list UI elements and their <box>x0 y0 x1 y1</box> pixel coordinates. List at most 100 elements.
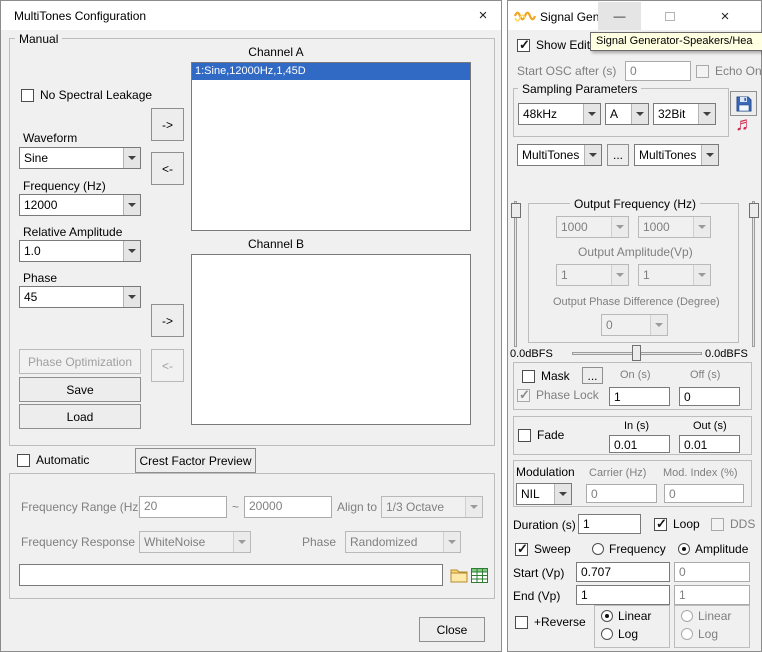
chevron-down-icon[interactable] <box>123 195 140 215</box>
sweep-start-input[interactable]: 0.707 <box>576 562 670 582</box>
chevron-down-icon[interactable] <box>123 148 140 168</box>
phase-select[interactable]: 45 <box>19 286 141 308</box>
output-frequency-a-select: 1000 <box>556 216 629 238</box>
output-amplitude-a-value: 1 <box>557 265 611 285</box>
chevron-down-icon[interactable] <box>584 145 601 165</box>
sweep-end-b-input: 1 <box>674 585 750 605</box>
frequency-range-min-input: 20 <box>139 496 227 518</box>
slider-thumb[interactable] <box>511 203 521 218</box>
minimize-button[interactable]: — <box>598 2 641 30</box>
duration-input[interactable]: 1 <box>578 514 641 534</box>
checkbox-box <box>696 65 709 78</box>
channel-b-listbox[interactable] <box>191 254 471 425</box>
sweep-checkbox[interactable]: Sweep <box>515 542 571 556</box>
slider-thumb[interactable] <box>749 203 759 218</box>
mask-config-button[interactable]: ... <box>582 367 603 384</box>
radio-circle <box>681 628 693 640</box>
automatic-checkbox[interactable]: Automatic <box>17 453 89 467</box>
grid-preview-button[interactable] <box>469 565 490 586</box>
checkbox-box <box>517 39 530 52</box>
output-frequency-b-value: 1000 <box>639 217 693 237</box>
fade-out-input[interactable]: 0.01 <box>679 435 740 453</box>
channel-value: A <box>606 104 631 124</box>
no-spectral-leakage-checkbox[interactable]: No Spectral Leakage <box>21 88 152 102</box>
add-to-channel-b-button[interactable]: -> <box>151 304 184 337</box>
save-settings-button[interactable] <box>730 91 757 116</box>
frequency-range-label: Frequency Range (Hz) <box>21 501 142 514</box>
relative-amplitude-select[interactable]: 1.0 <box>19 240 141 262</box>
signal-generator-window: Signal Gener... — × Show Editor Start OS… <box>507 0 762 652</box>
fade-in-input[interactable]: 0.01 <box>609 435 670 453</box>
sweep-start-label: Start (Vp) <box>513 567 564 580</box>
linear-radio[interactable]: Linear <box>601 609 651 623</box>
left-output-level-slider[interactable] <box>511 201 522 347</box>
load-button[interactable]: Load <box>19 404 141 429</box>
log-radio[interactable]: Log <box>601 627 638 641</box>
show-editor-checkbox[interactable]: Show Editor <box>517 38 601 52</box>
multitones-titlebar[interactable]: MultiTones Configuration × <box>1 1 501 30</box>
channel-a-listbox[interactable]: 1:Sine,12000Hz,1,45D <box>191 62 471 231</box>
chevron-down-icon[interactable] <box>698 104 715 124</box>
reverse-checkbox[interactable]: +Reverse <box>515 615 586 629</box>
channel-select[interactable]: A <box>605 103 649 125</box>
music-note-icon[interactable]: ♬ <box>735 115 754 136</box>
mask-off-input[interactable]: 0 <box>679 387 740 406</box>
phase-optimization-button: Phase Optimization <box>19 349 141 374</box>
maximize-icon <box>665 12 675 21</box>
start-osc-label: Start OSC after (s) <box>517 65 616 78</box>
bit-depth-select[interactable]: 32Bit <box>653 103 716 125</box>
wave-type-select[interactable]: MultiTones <box>517 144 602 166</box>
sweep-frequency-radio[interactable]: Frequency <box>592 542 666 556</box>
frequency-label: Frequency (Hz) <box>23 180 106 193</box>
balance-slider[interactable] <box>572 345 702 362</box>
close-button[interactable]: Close <box>419 617 485 642</box>
add-to-channel-a-button[interactable]: -> <box>151 108 184 141</box>
remove-from-channel-a-button[interactable]: <- <box>151 152 184 185</box>
chevron-down-icon[interactable] <box>123 241 140 261</box>
chevron-down-icon <box>693 217 710 237</box>
wave-config-button[interactable]: ... <box>607 144 629 166</box>
sweep-amplitude-radio[interactable]: Amplitude <box>678 542 748 556</box>
output-frequency-a-value: 1000 <box>557 217 611 237</box>
chevron-down-icon <box>611 217 628 237</box>
sample-rate-select[interactable]: 48kHz <box>518 103 601 125</box>
phase-value: 45 <box>20 287 123 307</box>
modulation-type-select[interactable]: NIL <box>516 483 572 505</box>
fade-checkbox[interactable]: Fade <box>518 428 564 442</box>
channel-a-label: Channel A <box>191 46 361 59</box>
open-file-button[interactable] <box>448 565 469 586</box>
frequency-response-select: WhiteNoise <box>139 531 251 553</box>
sweep-frequency-label: Frequency <box>609 542 666 556</box>
waveform-select[interactable]: Sine <box>19 147 141 169</box>
wave-type-b-select[interactable]: MultiTones <box>634 144 719 166</box>
chevron-down-icon[interactable] <box>583 104 600 124</box>
mask-checkbox[interactable]: Mask <box>522 369 570 383</box>
close-icon[interactable]: × <box>467 1 499 30</box>
frequency-response-value: WhiteNoise <box>140 532 233 552</box>
auto-phase-select: Randomized <box>345 531 461 553</box>
signal-generator-titlebar[interactable]: Signal Gener... — × <box>508 1 761 30</box>
start-osc-input: 0 <box>625 61 691 81</box>
close-icon[interactable]: × <box>701 2 749 30</box>
chevron-down-icon[interactable] <box>123 287 140 307</box>
crest-factor-preview-button[interactable]: Crest Factor Preview <box>135 448 256 473</box>
loop-checkbox[interactable]: Loop <box>654 517 700 531</box>
linear-b-radio: Linear <box>681 609 731 623</box>
dds-checkbox: DDS <box>711 517 755 531</box>
log-b-label: Log <box>698 627 718 641</box>
channel-a-item[interactable]: 1:Sine,12000Hz,1,45D <box>192 63 470 80</box>
right-output-level-slider[interactable] <box>749 201 760 347</box>
chevron-down-icon[interactable] <box>631 104 648 124</box>
phase-lock-checkbox: Phase Lock <box>517 388 599 402</box>
wave-type-value: MultiTones <box>518 145 584 165</box>
frequency-select[interactable]: 12000 <box>19 194 141 216</box>
sweep-end-input[interactable]: 1 <box>576 585 670 605</box>
maximize-button[interactable] <box>648 2 691 30</box>
save-button[interactable]: Save <box>19 377 141 402</box>
slider-thumb[interactable] <box>632 345 641 361</box>
chevron-down-icon[interactable] <box>554 484 571 504</box>
fade-out-label: Out (s) <box>693 420 727 432</box>
linear-b-label: Linear <box>698 609 731 623</box>
chevron-down-icon[interactable] <box>701 145 718 165</box>
mask-on-input[interactable]: 1 <box>609 387 670 406</box>
